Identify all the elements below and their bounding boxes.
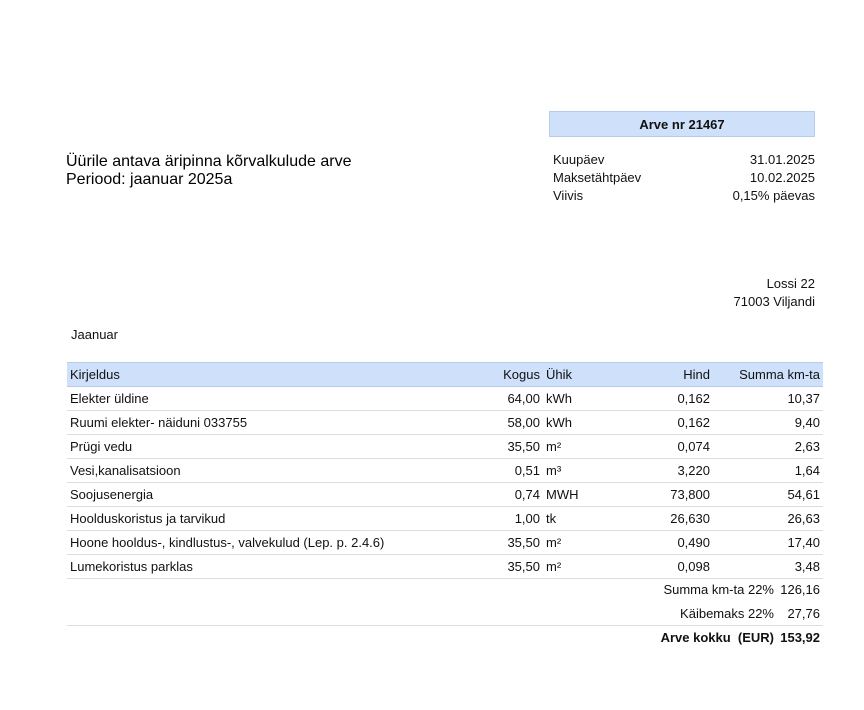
cell-price: 3,220 — [623, 458, 713, 483]
cell-description: Elekter üldine — [67, 386, 493, 411]
cell-description: Ruumi elekter- näiduni 033755 — [67, 410, 493, 435]
cell-description: Hoone hooldus-, kindlustus-, valvekulud … — [67, 530, 493, 555]
document-period-line: Periood: jaanuar 2025a — [66, 171, 233, 188]
cell-unit: kWh — [543, 386, 623, 411]
table-row: Vesi,kanalisatsioon 0,51 m³ 3,220 1,64 — [67, 458, 823, 483]
cell-price: 0,098 — [623, 554, 713, 579]
cell-description: Hoolduskoristus ja tarvikud — [67, 506, 493, 531]
grand-total-label: Arve kokku (EUR) — [660, 630, 774, 645]
cell-price: 0,162 — [623, 410, 713, 435]
cell-price: 0,490 — [623, 530, 713, 555]
table-row: Ruumi elekter- näiduni 033755 58,00 kWh … — [67, 410, 823, 435]
cell-unit: m³ — [543, 458, 623, 483]
subtotal-label: Summa km-ta 22% — [663, 582, 774, 597]
header-unit: Ühik — [543, 362, 623, 387]
table-row: Soojusenergia 0,74 MWH 73,800 54,61 — [67, 482, 823, 507]
meta-label: Maksetähtpäev — [553, 170, 642, 185]
cell-price: 0,162 — [623, 386, 713, 411]
address-block: Lossi 22 71003 Viljandi — [734, 275, 815, 311]
cell-quantity: 0,74 — [493, 482, 543, 507]
header-sum: Summa km-ta — [713, 362, 823, 387]
cell-sum: 10,37 — [713, 386, 823, 411]
cell-sum: 2,63 — [713, 434, 823, 459]
subtotal-line: Summa km-ta 22% 126,16 — [67, 578, 823, 602]
meta-value: 0,15% päevas — [732, 188, 815, 203]
invoice-number-header: Arve nr 21467 — [549, 111, 815, 137]
vat-line: Käibemaks 22% 27,76 — [67, 602, 823, 626]
cell-unit: m² — [543, 554, 623, 579]
meta-label: Kuupäev — [553, 152, 605, 167]
document-title-line: Üürile antava äripinna kõrvalkulude arve — [66, 153, 352, 170]
cell-sum: 26,63 — [713, 506, 823, 531]
cell-sum: 1,64 — [713, 458, 823, 483]
month-label: Jaanuar — [71, 327, 118, 342]
grand-total-block: Arve kokku (EUR) 153,92 — [67, 626, 823, 650]
cell-description: Soojusenergia — [67, 482, 493, 507]
cell-unit: tk — [543, 506, 623, 531]
table-header-row: Kirjeldus Kogus Ühik Hind Summa km-ta — [67, 362, 823, 387]
subtotal-value: 126,16 — [780, 582, 820, 597]
cell-unit: MWH — [543, 482, 623, 507]
header-quantity: Kogus — [493, 362, 543, 387]
meta-value: 10.02.2025 — [749, 170, 815, 185]
grand-total-value: 153,92 — [780, 630, 820, 645]
cell-quantity: 1,00 — [493, 506, 543, 531]
meta-row-date: Kuupäev 31.01.2025 — [553, 151, 815, 169]
cell-unit: kWh — [543, 410, 623, 435]
cell-quantity: 35,50 — [493, 530, 543, 555]
cell-sum: 54,61 — [713, 482, 823, 507]
cell-quantity: 58,00 — [493, 410, 543, 435]
table-row: Hoolduskoristus ja tarvikud 1,00 tk 26,6… — [67, 506, 823, 531]
header-description: Kirjeldus — [67, 362, 493, 387]
cell-quantity: 35,50 — [493, 434, 543, 459]
cell-description: Prügi vedu — [67, 434, 493, 459]
cell-sum: 17,40 — [713, 530, 823, 555]
cell-quantity: 0,51 — [493, 458, 543, 483]
vat-value: 27,76 — [787, 606, 820, 621]
cell-sum: 3,48 — [713, 554, 823, 579]
vat-label: Käibemaks 22% — [680, 606, 774, 621]
cell-price: 73,800 — [623, 482, 713, 507]
cell-quantity: 64,00 — [493, 386, 543, 411]
table-row: Elekter üldine 64,00 kWh 0,162 10,37 — [67, 386, 823, 411]
header-price: Hind — [623, 362, 713, 387]
meta-label: Viivis — [553, 188, 584, 203]
meta-row-due-date: Maksetähtpäev 10.02.2025 — [553, 169, 815, 187]
address-street: Lossi 22 — [766, 276, 815, 291]
table-row: Lumekoristus parklas 35,50 m² 0,098 3,48 — [67, 554, 823, 579]
cell-description: Vesi,kanalisatsioon — [67, 458, 493, 483]
table-row: Prügi vedu 35,50 m² 0,074 2,63 — [67, 434, 823, 459]
cell-unit: m² — [543, 434, 623, 459]
grand-total-line: Arve kokku (EUR) 153,92 — [67, 626, 823, 650]
cell-price: 0,074 — [623, 434, 713, 459]
items-table: Kirjeldus Kogus Ühik Hind Summa km-ta El… — [67, 362, 823, 579]
cell-quantity: 35,50 — [493, 554, 543, 579]
meta-row-penalty: Viivis 0,15% päevas — [553, 187, 815, 205]
cell-unit: m² — [543, 530, 623, 555]
meta-value: 31.01.2025 — [749, 152, 815, 167]
address-city: 71003 Viljandi — [733, 294, 815, 309]
document-title: Üürile antava äripinna kõrvalkulude arve… — [66, 153, 352, 189]
cell-description: Lumekoristus parklas — [67, 554, 493, 579]
cell-price: 26,630 — [623, 506, 713, 531]
cell-sum: 9,40 — [713, 410, 823, 435]
table-row: Hoone hooldus-, kindlustus-, valvekulud … — [67, 530, 823, 555]
invoice-meta: Kuupäev 31.01.2025 Maksetähtpäev 10.02.2… — [553, 151, 815, 205]
totals-block: Summa km-ta 22% 126,16 Käibemaks 22% 27,… — [67, 578, 823, 626]
